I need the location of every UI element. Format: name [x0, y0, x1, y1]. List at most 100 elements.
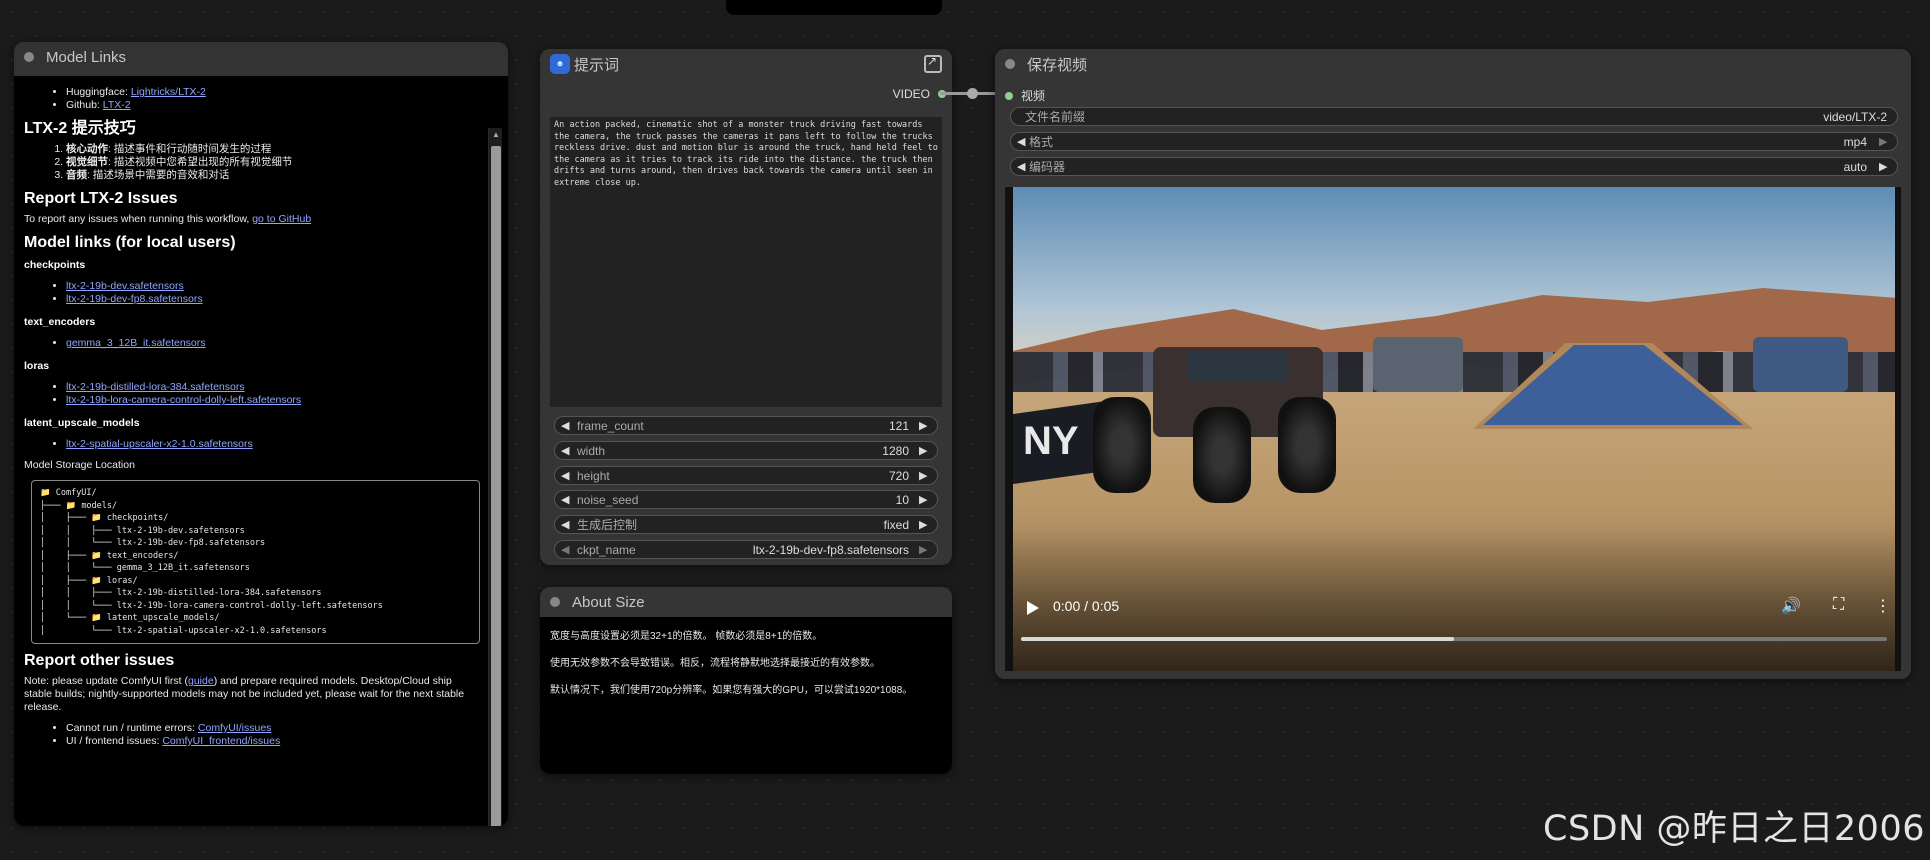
scrollbar[interactable]: ▲ ▼: [488, 128, 502, 826]
save-video-node[interactable]: 保存视频 视频 文件名前缀 video/LTX-2 ◀ 格式 mp4 ▶ ◀ 编…: [995, 49, 1911, 679]
frontend-issues-link[interactable]: ComfyUI_frontend/issues: [162, 735, 280, 747]
expand-icon[interactable]: [924, 54, 942, 73]
link-midpoint-icon[interactable]: [967, 88, 978, 99]
checkpoints-heading: checkpoints: [24, 259, 86, 271]
node-title-bar[interactable]: 保存视频: [995, 49, 1911, 79]
model-links-heading: Model links (for local users): [24, 234, 236, 251]
control-after-generate-widget[interactable]: ◀ 生成后控制 fixed ▶: [554, 515, 938, 534]
decrement-arrow-icon[interactable]: ◀: [1017, 160, 1029, 173]
list-item: ltx-2-19b-dev-fp8.safetensors: [66, 293, 480, 306]
folder-icon: 📁: [65, 500, 77, 511]
node-title-bar[interactable]: About Size: [540, 587, 952, 617]
frame-count-widget[interactable]: ◀ frame_count 121 ▶: [554, 416, 938, 435]
report-github-link[interactable]: go to GitHub: [252, 213, 311, 225]
list-item: gemma_3_12B_it.safetensors: [66, 337, 480, 350]
note-text: Note: please update ComfyUI first (guide…: [24, 675, 465, 713]
checkpoint-link[interactable]: ltx-2-19b-dev-fp8.safetensors: [66, 293, 203, 305]
fullscreen-icon[interactable]: ⛶: [1833, 596, 1844, 614]
height-widget[interactable]: ◀ height 720 ▶: [554, 466, 938, 485]
ckpt-name-widget[interactable]: ◀ ckpt_name ltx-2-19b-dev-fp8.safetensor…: [554, 540, 938, 559]
video-time: 0:00 / 0:05: [1053, 598, 1120, 614]
decrement-arrow-icon[interactable]: ◀: [561, 444, 573, 457]
huggingface-link[interactable]: Lightricks/LTX-2: [131, 86, 206, 98]
filename-prefix-widget[interactable]: 文件名前缀 video/LTX-2: [1010, 107, 1898, 126]
folder-icon: 📁: [91, 550, 102, 561]
partial-node-top: [726, 0, 942, 15]
folder-icon: 📁: [91, 613, 102, 623]
folder-icon: 📁: [91, 513, 102, 523]
increment-arrow-icon[interactable]: ▶: [919, 444, 931, 457]
scroll-thumb[interactable]: [491, 146, 501, 826]
info-line: 宽度与高度设置必须是32+1的倍数。 帧数必须是8+1的倍数。: [550, 631, 823, 642]
collapse-dot-icon[interactable]: [24, 52, 34, 62]
text-encoder-link[interactable]: gemma_3_12B_it.safetensors: [66, 337, 206, 349]
upscale-heading: latent_upscale_models: [24, 417, 140, 429]
report-heading: Report LTX-2 Issues: [24, 190, 178, 207]
text-encoders-heading: text_encoders: [24, 316, 96, 328]
node-app-icon: ၜ: [550, 54, 570, 74]
decrement-arrow-icon[interactable]: ◀: [561, 493, 573, 506]
decrement-arrow-icon[interactable]: ◀: [561, 469, 573, 482]
noise-seed-widget[interactable]: ◀ noise_seed 10 ▶: [554, 490, 938, 509]
list-item: ltx-2-19b-lora-camera-control-dolly-left…: [66, 394, 480, 407]
list-item: ltx-2-19b-distilled-lora-384.safetensors: [66, 381, 480, 394]
increment-arrow-icon[interactable]: ▶: [1879, 160, 1891, 173]
decrement-arrow-icon[interactable]: ◀: [561, 543, 573, 556]
banner-text: NY: [1023, 419, 1079, 463]
video-player[interactable]: NY 0:00 / 0:05 🔊 ⛶ ⋮: [1005, 187, 1901, 671]
decrement-arrow-icon[interactable]: ◀: [1017, 135, 1029, 148]
model-links-node[interactable]: Model Links Huggingface: Lightricks/LTX-…: [14, 42, 508, 826]
prompt-textarea[interactable]: An action packed, cinematic shot of a mo…: [550, 117, 942, 407]
play-icon[interactable]: [1027, 601, 1039, 615]
about-size-content: 宽度与高度设置必须是32+1的倍数。 帧数必须是8+1的倍数。 使用无效参数不会…: [540, 617, 952, 774]
decrement-arrow-icon[interactable]: ◀: [561, 419, 573, 432]
markdown-content: Huggingface: Lightricks/LTX-2 Github: LT…: [14, 76, 508, 826]
width-widget[interactable]: ◀ width 1280 ▶: [554, 441, 938, 460]
list-item: Cannot run / runtime errors: ComfyUI/iss…: [66, 722, 480, 735]
increment-arrow-icon[interactable]: ▶: [919, 518, 931, 531]
report-text: To report any issues when running this w…: [24, 213, 312, 225]
collapse-dot-icon[interactable]: [1005, 59, 1015, 69]
codec-widget[interactable]: ◀ 编码器 auto ▶: [1010, 157, 1898, 176]
increment-arrow-icon[interactable]: ▶: [919, 419, 931, 432]
increment-arrow-icon[interactable]: ▶: [919, 469, 931, 482]
list-item: ltx-2-spatial-upscaler-x2-1.0.safetensor…: [66, 438, 480, 451]
list-item: ltx-2-19b-dev.safetensors: [66, 280, 480, 293]
format-widget[interactable]: ◀ 格式 mp4 ▶: [1010, 132, 1898, 151]
list-item: Huggingface: Lightricks/LTX-2: [66, 86, 480, 99]
lora-link[interactable]: ltx-2-19b-lora-camera-control-dolly-left…: [66, 394, 301, 406]
video-input-slot[interactable]: 视频: [1005, 87, 1045, 104]
node-title: 提示词: [574, 56, 620, 74]
node-title-bar[interactable]: ၜ 提示词: [540, 49, 952, 79]
output-label: VIDEO: [892, 87, 930, 101]
tip-item: 音频: 描述场景中需要的音效和对话: [66, 169, 480, 182]
loras-heading: loras: [24, 360, 50, 372]
input-dot-icon[interactable]: [1005, 91, 1013, 100]
node-title-bar[interactable]: Model Links: [14, 42, 508, 72]
video-output-slot[interactable]: VIDEO: [893, 87, 946, 101]
list-item: Github: LTX-2: [66, 99, 480, 112]
guide-link[interactable]: guide: [188, 675, 214, 687]
folder-icon: 📁: [40, 488, 51, 498]
about-size-node[interactable]: About Size 宽度与高度设置必须是32+1的倍数。 帧数必须是8+1的倍…: [540, 587, 952, 774]
watermark: CSDN @昨日之日2006: [1543, 809, 1925, 849]
tip-item: 视觉细节: 描述视频中您希望出现的所有视觉细节: [66, 156, 480, 169]
video-progress-bar[interactable]: [1021, 637, 1887, 641]
decrement-arrow-icon[interactable]: ◀: [561, 518, 573, 531]
prompt-node[interactable]: ၜ 提示词 VIDEO An action packed, cinematic …: [540, 49, 952, 565]
increment-arrow-icon[interactable]: ▶: [919, 493, 931, 506]
scroll-up-icon[interactable]: ▲: [489, 128, 503, 142]
more-options-icon[interactable]: ⋮: [1875, 596, 1891, 616]
increment-arrow-icon[interactable]: ▶: [1879, 135, 1891, 148]
tips-heading: LTX-2 提示技巧: [24, 120, 136, 137]
collapse-dot-icon[interactable]: [550, 597, 560, 607]
upscale-link[interactable]: ltx-2-spatial-upscaler-x2-1.0.safetensor…: [66, 438, 253, 450]
volume-icon[interactable]: 🔊: [1781, 596, 1801, 616]
increment-arrow-icon[interactable]: ▶: [919, 543, 931, 556]
comfyui-issues-link[interactable]: ComfyUI/issues: [198, 722, 272, 734]
folder-tree: 📁 ComfyUI/ ├─── 📁 models/ │ ├─── 📁 check…: [31, 480, 480, 644]
github-link[interactable]: LTX-2: [103, 99, 131, 111]
list-item: UI / frontend issues: ComfyUI_frontend/i…: [66, 735, 480, 748]
checkpoint-link[interactable]: ltx-2-19b-dev.safetensors: [66, 280, 184, 292]
lora-link[interactable]: ltx-2-19b-distilled-lora-384.safetensors: [66, 381, 245, 393]
